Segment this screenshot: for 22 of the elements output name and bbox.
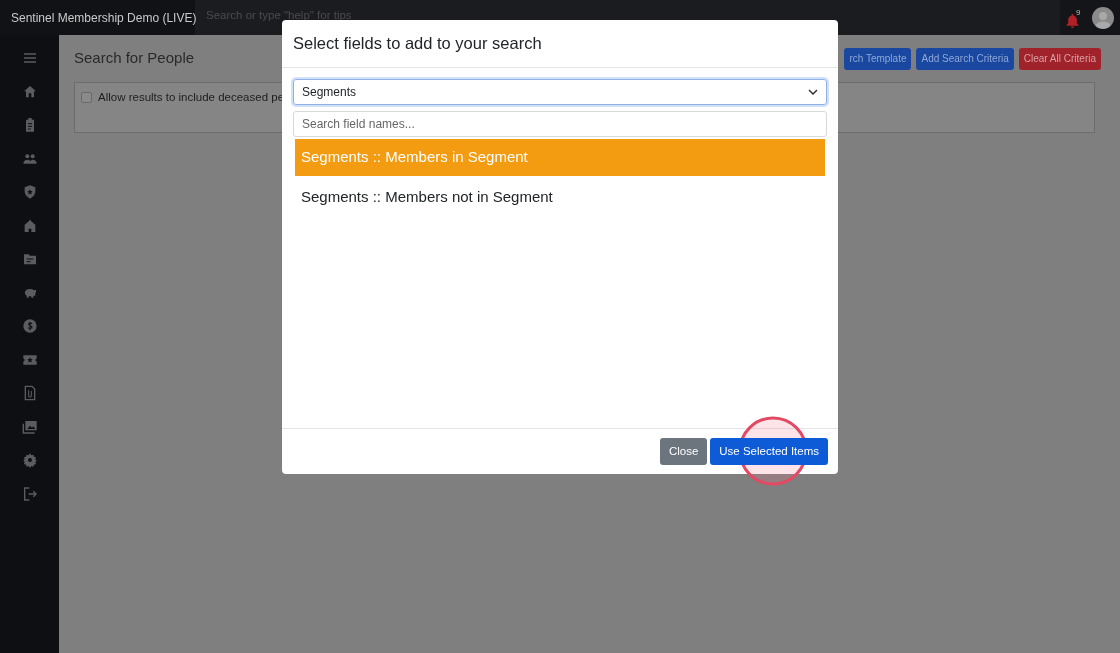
toolbar-button[interactable]: Clear All Criteria (1018, 47, 1101, 70)
logout-icon[interactable] (21, 485, 38, 502)
dialog-button[interactable]: Close (659, 438, 708, 465)
menu-icon[interactable] (21, 50, 38, 66)
app-title[interactable]: Sentinel Membership Demo (LIVE) (0, 0, 195, 35)
settings-icon[interactable] (21, 452, 38, 468)
toolbar-button[interactable]: rch Template (844, 47, 912, 70)
dialog-title: Select fields to add to your search (293, 33, 542, 55)
bell-icon[interactable] (1066, 13, 1079, 28)
category-select[interactable]: Segments (293, 79, 827, 105)
images-icon[interactable] (21, 418, 38, 435)
search-field[interactable]: Search field names... (293, 111, 827, 137)
chevron-down-icon (808, 89, 818, 95)
dialog-button[interactable]: Use Selected Items (710, 438, 828, 465)
dollar-icon[interactable] (21, 318, 38, 334)
toolbar-button[interactable]: Add Search Criteria (916, 47, 1014, 70)
checkbox[interactable] (81, 92, 92, 104)
avatar-icon[interactable] (1092, 6, 1114, 29)
notification-count: 9 (1076, 7, 1081, 17)
field-option[interactable]: Segments :: Members not in Segment (295, 179, 825, 216)
folder-icon[interactable] (21, 251, 38, 267)
page-title: Search for People (74, 48, 195, 69)
